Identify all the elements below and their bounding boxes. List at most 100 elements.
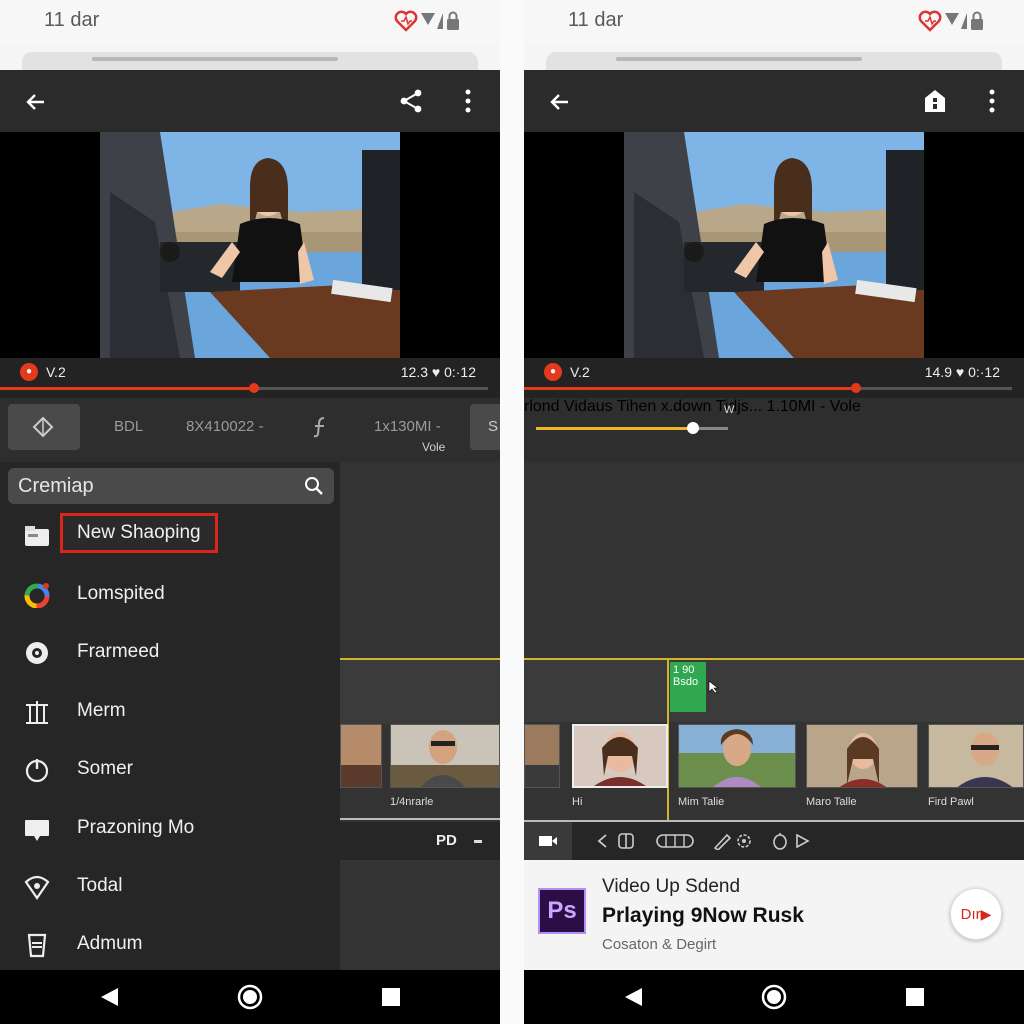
function-icon[interactable] bbox=[312, 416, 328, 438]
ad-title: Prlaying 9Now Rusk bbox=[602, 904, 804, 927]
selected-clip[interactable]: 1 90 Bsdo bbox=[670, 662, 706, 712]
tool-s-label: S bbox=[488, 418, 499, 435]
playback-bar: ● V.2 14.9 ♥ 0:·12 bbox=[524, 358, 1024, 398]
seek-bar[interactable] bbox=[524, 383, 1012, 393]
speed-slider[interactable] bbox=[536, 422, 728, 434]
divider bbox=[500, 0, 524, 1024]
time-display: 14.9 ♥ 0:·12 bbox=[924, 364, 1000, 380]
timeline-track[interactable]: 1/4nrarle PD bbox=[340, 658, 500, 860]
clip-thumbnail[interactable] bbox=[340, 724, 382, 788]
more-vert-icon[interactable] bbox=[982, 88, 1002, 114]
nav-home-icon[interactable] bbox=[237, 984, 263, 1010]
clip-thumbnail[interactable] bbox=[678, 724, 796, 788]
menu-item-prazoning[interactable]: Prazoning Mo bbox=[0, 804, 340, 854]
slider-handle[interactable] bbox=[687, 422, 700, 434]
tool-value[interactable]: 8X410022 - bbox=[186, 418, 264, 435]
video-frame bbox=[624, 132, 924, 358]
seek-handle[interactable] bbox=[248, 383, 259, 393]
signal-icon bbox=[421, 13, 443, 29]
slider-fill bbox=[536, 427, 694, 430]
version-label: V.2 bbox=[570, 364, 590, 380]
nav-recents-icon[interactable] bbox=[380, 986, 402, 1008]
system-nav-bar bbox=[524, 970, 1024, 1024]
menu-label: Prazoning Mo bbox=[77, 817, 195, 838]
video-preview[interactable] bbox=[524, 132, 1024, 358]
timeline-footer: PD bbox=[340, 822, 500, 860]
ad-cta-button[interactable]: Dır▶ bbox=[950, 888, 1002, 940]
wifi-icon bbox=[24, 875, 50, 900]
clip-thumbnail[interactable] bbox=[524, 724, 560, 788]
workspace: 1 90 Bsdo Hi Mim Talie Maro Talle Fird P… bbox=[524, 462, 1024, 860]
audio-icon[interactable] bbox=[770, 832, 790, 850]
tool-s[interactable]: S bbox=[470, 404, 500, 450]
clip-thumbnail[interactable] bbox=[390, 724, 500, 788]
menu-label: Frarmeed bbox=[77, 641, 160, 662]
tool-size[interactable]: 1x130MI - bbox=[374, 418, 441, 435]
clip-thumbnail[interactable] bbox=[806, 724, 918, 788]
tool-tidjs[interactable]: Tidjs... bbox=[716, 398, 763, 415]
sheet-handle[interactable] bbox=[22, 52, 478, 72]
play-outline-icon[interactable] bbox=[792, 832, 812, 850]
menu-label: Merm bbox=[77, 700, 126, 721]
trim-icon[interactable] bbox=[656, 832, 694, 850]
slider-label-1: rlond bbox=[524, 398, 560, 415]
menu-item-somer[interactable]: Somer bbox=[0, 745, 340, 795]
menu-item-todal[interactable]: Todal bbox=[0, 862, 340, 912]
nav-recents-icon[interactable] bbox=[904, 986, 926, 1008]
tool-down[interactable]: x.down bbox=[661, 398, 712, 415]
selected-tool[interactable] bbox=[8, 404, 80, 450]
power-icon bbox=[25, 759, 49, 783]
track-lane bbox=[524, 660, 1024, 722]
clip-label: Maro Talle bbox=[806, 796, 857, 808]
export-icon[interactable] bbox=[922, 88, 948, 114]
cursor-icon bbox=[708, 680, 719, 694]
tool-size[interactable]: 1.10MI - bbox=[767, 398, 826, 415]
more-vert-icon[interactable] bbox=[458, 88, 478, 114]
status-time: 11 dar bbox=[568, 9, 624, 31]
seek-progress bbox=[0, 387, 254, 390]
clip-time: 1 90 bbox=[673, 664, 695, 676]
menu-item-frarmeed[interactable]: Frarmeed bbox=[0, 628, 340, 678]
split-icon[interactable] bbox=[616, 832, 636, 850]
footer-dash bbox=[474, 840, 482, 843]
menu-item-new-shaoping[interactable]: New Shaoping bbox=[0, 512, 340, 562]
menu-item-merm[interactable]: Merm bbox=[0, 687, 340, 737]
status-time: 11 dar bbox=[44, 9, 100, 31]
clip-label: 1/4nrarle bbox=[390, 796, 434, 808]
clip-label: Fird Pawl bbox=[928, 796, 974, 808]
ad-subtitle: Cosaton & Degirt bbox=[602, 936, 717, 953]
pencil-icon[interactable] bbox=[712, 832, 732, 850]
video-preview[interactable] bbox=[0, 132, 500, 358]
nav-back-icon[interactable] bbox=[622, 986, 644, 1008]
menu-item-admum[interactable]: Admum bbox=[0, 920, 340, 970]
clip-name: Bsdo bbox=[673, 676, 699, 688]
settings-icon[interactable] bbox=[734, 832, 754, 850]
ad-banner[interactable]: Ps Video Up Sdend Prlaying 9Now Rusk Cos… bbox=[524, 860, 1024, 970]
nav-home-icon[interactable] bbox=[761, 984, 787, 1010]
back-arrow-icon[interactable] bbox=[24, 90, 48, 114]
search-icon[interactable] bbox=[304, 476, 324, 496]
record-badge: ● bbox=[20, 363, 38, 381]
search-box[interactable] bbox=[8, 468, 334, 504]
back-arrow-icon[interactable] bbox=[548, 90, 572, 114]
time-display: 12.3 ♥ 0:·12 bbox=[400, 364, 476, 380]
search-input[interactable] bbox=[18, 472, 288, 500]
clip-label: Mim Talie bbox=[678, 796, 725, 808]
menu-label: Admum bbox=[77, 933, 143, 954]
menu-item-lomspited[interactable]: Lomspited bbox=[0, 570, 340, 620]
chevron-left-icon[interactable] bbox=[594, 832, 614, 850]
share-icon[interactable] bbox=[398, 88, 424, 114]
menu-label: New Shaoping bbox=[60, 513, 218, 553]
sheet-handle[interactable] bbox=[546, 52, 1002, 72]
clip-thumbnail[interactable] bbox=[572, 724, 668, 788]
nav-back-icon[interactable] bbox=[98, 986, 120, 1008]
tool-bdl[interactable]: BDL bbox=[114, 418, 143, 435]
menu-label: Somer bbox=[77, 758, 133, 779]
seek-bar[interactable] bbox=[0, 383, 488, 393]
clip-thumbnail[interactable] bbox=[928, 724, 1024, 788]
tool-sublabel: Vole bbox=[422, 440, 446, 454]
phone-screen-right: 11 dar ● V.2 14.9 ♥ 0:·12 W rlond Vidaus… bbox=[524, 0, 1024, 1024]
google-icon bbox=[24, 583, 50, 608]
seek-handle[interactable] bbox=[850, 383, 861, 393]
camera-tool[interactable] bbox=[524, 822, 572, 860]
